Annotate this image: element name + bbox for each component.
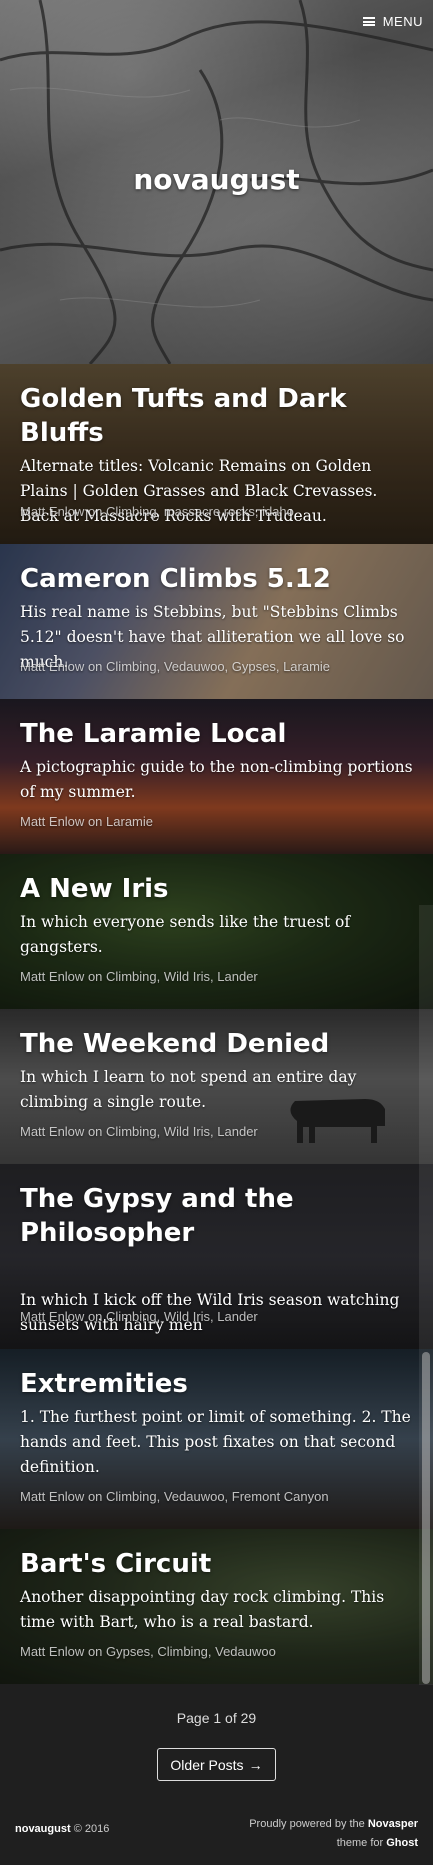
post-tags[interactable]: Climbing, massacre rocks, idaho bbox=[106, 504, 294, 519]
post-card[interactable]: Cameron Climbs 5.12 His real name is Ste… bbox=[0, 544, 433, 699]
post-excerpt: A pictographic guide to the non-climbing… bbox=[20, 758, 413, 801]
post-meta: Matt Enlow on Gypses, Climbing, Vedauwoo bbox=[20, 1644, 276, 1659]
post-meta: Matt Enlow on Climbing, massacre rocks, … bbox=[20, 504, 294, 519]
ghost-link[interactable]: Ghost bbox=[386, 1837, 418, 1849]
post-excerpt: Another disappointing day rock climbing.… bbox=[20, 1588, 385, 1631]
post-card[interactable]: The Gypsy and the Philosopher In which I… bbox=[0, 1164, 433, 1349]
hamburger-icon bbox=[362, 17, 375, 26]
site-header: MENU novaugust bbox=[0, 0, 433, 364]
post-meta: Matt Enlow on Climbing, Vedauwoo, Fremon… bbox=[20, 1489, 329, 1504]
post-card[interactable]: The Laramie Local A pictographic guide t… bbox=[0, 699, 433, 854]
post-tags[interactable]: Climbing, Vedauwoo, Gypses, Laramie bbox=[106, 659, 330, 674]
post-title[interactable]: A New Iris bbox=[20, 872, 413, 906]
post-card[interactable]: A New Iris In which everyone sends like … bbox=[0, 854, 433, 1009]
post-author[interactable]: Matt Enlow bbox=[20, 1124, 84, 1139]
post-card[interactable]: Golden Tufts and Dark Bluffs Alternate t… bbox=[0, 364, 433, 544]
menu-label: MENU bbox=[382, 14, 423, 29]
post-tags[interactable]: Climbing, Vedauwoo, Fremont Canyon bbox=[106, 1489, 329, 1504]
post-title[interactable]: The Weekend Denied bbox=[20, 1027, 413, 1061]
post-tags[interactable]: Laramie bbox=[106, 814, 153, 829]
post-title[interactable]: The Laramie Local bbox=[20, 717, 413, 751]
post-card[interactable]: The Weekend Denied In which I learn to n… bbox=[0, 1009, 433, 1164]
post-author[interactable]: Matt Enlow bbox=[20, 659, 84, 674]
footer-credits: Proudly powered by the Novasper theme fo… bbox=[249, 1818, 418, 1849]
post-author[interactable]: Matt Enlow bbox=[20, 1309, 84, 1324]
post-title[interactable]: Extremities bbox=[20, 1367, 413, 1401]
post-meta: Matt Enlow on Laramie bbox=[20, 814, 153, 829]
post-tags[interactable]: Climbing, Wild Iris, Lander bbox=[106, 1124, 258, 1139]
post-author[interactable]: Matt Enlow bbox=[20, 1644, 84, 1659]
footer-site-name[interactable]: novaugust bbox=[15, 1823, 71, 1835]
post-excerpt: 1. The furthest point or limit of someth… bbox=[20, 1408, 411, 1476]
post-excerpt: In which everyone sends like the truest … bbox=[20, 913, 351, 956]
theme-link[interactable]: Novasper bbox=[368, 1818, 418, 1830]
post-title[interactable]: Golden Tufts and Dark Bluffs bbox=[20, 382, 413, 450]
post-excerpt: In which I learn to not spend an entire … bbox=[20, 1068, 357, 1111]
footer-copyright: novaugust © 2016 bbox=[15, 1823, 110, 1835]
post-title[interactable]: Cameron Climbs 5.12 bbox=[20, 562, 413, 596]
post-title[interactable]: Bart's Circuit bbox=[20, 1547, 413, 1581]
scrollbar-thumb[interactable] bbox=[422, 1352, 430, 1684]
post-author[interactable]: Matt Enlow bbox=[20, 1489, 84, 1504]
post-meta: Matt Enlow on Climbing, Wild Iris, Lande… bbox=[20, 969, 258, 984]
site-title[interactable]: novaugust bbox=[0, 163, 433, 196]
menu-button[interactable]: MENU bbox=[362, 14, 423, 29]
post-author[interactable]: Matt Enlow bbox=[20, 969, 84, 984]
post-tags[interactable]: Climbing, Wild Iris, Lander bbox=[106, 969, 258, 984]
older-posts-label: Older Posts bbox=[170, 1756, 244, 1773]
post-title[interactable]: The Gypsy and the Philosopher bbox=[20, 1182, 413, 1250]
arrow-right-icon: → bbox=[248, 1756, 263, 1773]
post-meta: Matt Enlow on Climbing, Wild Iris, Lande… bbox=[20, 1309, 258, 1324]
post-tags[interactable]: Climbing, Wild Iris, Lander bbox=[106, 1309, 258, 1324]
older-posts-button[interactable]: Older Posts → bbox=[157, 1748, 276, 1781]
post-author[interactable]: Matt Enlow bbox=[20, 814, 84, 829]
post-tags[interactable]: Gypses, Climbing, Vedauwoo bbox=[106, 1644, 276, 1659]
post-meta: Matt Enlow on Climbing, Vedauwoo, Gypses… bbox=[20, 659, 331, 674]
post-author[interactable]: Matt Enlow bbox=[20, 504, 84, 519]
post-meta: Matt Enlow on Climbing, Wild Iris, Lande… bbox=[20, 1124, 258, 1139]
post-card[interactable]: Bart's Circuit Another disappointing day… bbox=[0, 1529, 433, 1684]
page-indicator: Page 1 of 29 bbox=[176, 1710, 257, 1726]
post-card[interactable]: Extremities 1. The furthest point or lim… bbox=[0, 1349, 433, 1529]
